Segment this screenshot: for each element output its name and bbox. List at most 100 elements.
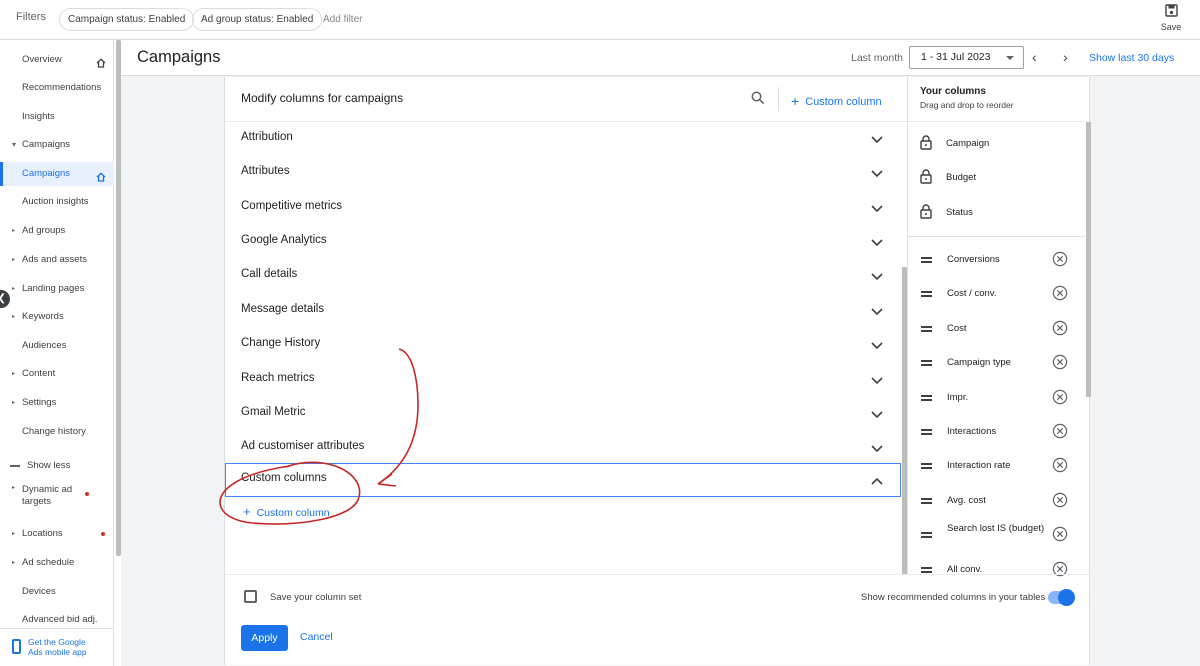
column-label: Conversions bbox=[947, 254, 1000, 265]
save-button[interactable]: Save bbox=[1157, 4, 1185, 32]
category-attribution[interactable]: Attribution bbox=[225, 122, 901, 156]
mobile-app-promo[interactable]: Get the Google Ads mobile app bbox=[0, 628, 114, 666]
chevron-up-icon[interactable] bbox=[871, 472, 883, 490]
column-item-search-lost-is-budget[interactable]: Search lost IS (budget) bbox=[920, 523, 1080, 547]
drag-handle-icon[interactable] bbox=[921, 360, 932, 366]
custom-column-button[interactable]: + Custom column bbox=[791, 92, 882, 109]
category-label: Attribution bbox=[241, 131, 293, 143]
column-label: Budget bbox=[946, 172, 977, 183]
sidebar-item-keywords[interactable]: ▸ Keywords bbox=[0, 305, 114, 329]
category-ad-customiser-attributes[interactable]: Ad customiser attributes bbox=[225, 431, 901, 465]
show-last-30-days-link[interactable]: Show last 30 days bbox=[1089, 52, 1174, 64]
column-item-campaign-type[interactable]: Campaign type bbox=[920, 351, 1080, 375]
save-column-set-checkbox[interactable] bbox=[244, 590, 257, 603]
dialog-footer: Save your column set Show recommended co… bbox=[225, 574, 1091, 665]
column-item-conversions[interactable]: Conversions bbox=[920, 248, 1080, 272]
remove-column-icon[interactable] bbox=[1052, 526, 1068, 545]
chevron-down-icon[interactable] bbox=[871, 200, 883, 218]
chevron-down-icon[interactable] bbox=[871, 303, 883, 321]
remove-column-icon[interactable] bbox=[1052, 251, 1068, 270]
drag-handle-icon[interactable] bbox=[921, 463, 932, 469]
previous-period-icon[interactable]: ‹ bbox=[1032, 49, 1037, 65]
remove-column-icon[interactable] bbox=[1052, 354, 1068, 373]
sidebar-item-label: Dynamic ad targets bbox=[22, 484, 73, 507]
sidebar-item-devices[interactable]: Devices bbox=[0, 580, 114, 604]
sidebar-item-insights[interactable]: Insights bbox=[0, 105, 114, 129]
search-icon[interactable] bbox=[751, 91, 765, 105]
sidebar-item-recommendations[interactable]: Recommendations bbox=[0, 76, 114, 100]
column-item-interactions[interactable]: Interactions bbox=[920, 420, 1080, 444]
column-item-cost-conv[interactable]: Cost / conv. bbox=[920, 282, 1080, 306]
filter-chip-ad-group-status[interactable]: Ad group status: Enabled bbox=[192, 8, 323, 31]
column-item-cost[interactable]: Cost bbox=[920, 317, 1080, 341]
filter-chip-campaign-status[interactable]: Campaign status: Enabled bbox=[59, 8, 195, 31]
remove-column-icon[interactable] bbox=[1052, 492, 1068, 511]
sidebar-item-content[interactable]: ▸ Content bbox=[0, 362, 114, 386]
category-custom-columns[interactable]: Custom columns bbox=[225, 463, 901, 497]
remove-column-icon[interactable] bbox=[1052, 320, 1068, 339]
lock-icon bbox=[920, 169, 932, 192]
chevron-down-icon[interactable] bbox=[871, 131, 883, 149]
column-item-impr[interactable]: Impr. bbox=[920, 386, 1080, 410]
category-gmail-metric[interactable]: Gmail Metric bbox=[225, 397, 901, 431]
remove-column-icon[interactable] bbox=[1052, 389, 1068, 408]
sidebar-item-overview[interactable]: Overview bbox=[0, 48, 114, 72]
chevron-down-icon[interactable] bbox=[871, 268, 883, 286]
dialog-title: Modify columns for campaigns bbox=[241, 91, 404, 105]
add-custom-column-link[interactable]: + Custom column bbox=[243, 504, 330, 519]
category-competitive-metrics[interactable]: Competitive metrics bbox=[225, 191, 901, 225]
sidebar-item-campaigns[interactable]: Campaigns bbox=[0, 162, 114, 186]
drag-handle-icon[interactable] bbox=[921, 567, 932, 573]
add-filter-link[interactable]: Add filter bbox=[323, 14, 362, 25]
sidebar-item-ads-and-assets[interactable]: ▸ Ads and assets bbox=[0, 248, 114, 272]
remove-column-icon[interactable] bbox=[1052, 423, 1068, 442]
notification-dot bbox=[85, 492, 89, 496]
chevron-down-icon[interactable] bbox=[871, 406, 883, 424]
drag-handle-icon[interactable] bbox=[921, 257, 932, 263]
next-period-icon[interactable]: › bbox=[1063, 49, 1068, 65]
sidebar-item-dynamic-ad-targets[interactable]: ▸ Dynamic ad targets bbox=[0, 482, 98, 508]
remove-column-icon[interactable] bbox=[1052, 285, 1068, 304]
chevron-down-icon[interactable] bbox=[871, 337, 883, 355]
chevron-down-icon[interactable] bbox=[871, 440, 883, 458]
category-reach-metrics[interactable]: Reach metrics bbox=[225, 363, 901, 397]
category-call-details[interactable]: Call details bbox=[225, 259, 901, 293]
sidebar-item-settings[interactable]: ▸ Settings bbox=[0, 391, 114, 415]
drag-handle-icon[interactable] bbox=[921, 429, 932, 435]
column-item-avg-cost[interactable]: Avg. cost bbox=[920, 489, 1080, 513]
category-label: Gmail Metric bbox=[241, 406, 306, 418]
category-attributes[interactable]: Attributes bbox=[225, 156, 901, 190]
column-label: Impr. bbox=[947, 392, 969, 403]
sidebar-item-ad-groups[interactable]: ▸ Ad groups bbox=[0, 219, 114, 243]
column-item-interaction-rate[interactable]: Interaction rate bbox=[920, 454, 1080, 478]
sidebar-item-change-history[interactable]: Change history bbox=[0, 420, 114, 444]
category-google-analytics[interactable]: Google Analytics bbox=[225, 225, 901, 259]
sidebar-item-audiences[interactable]: Audiences bbox=[0, 334, 114, 358]
show-recommended-toggle[interactable] bbox=[1048, 589, 1075, 606]
sidebar-item-ad-schedule[interactable]: ▸ Ad schedule bbox=[0, 551, 114, 575]
chevron-down-icon[interactable] bbox=[871, 234, 883, 252]
sidebar-item-auction-insights[interactable]: Auction insights bbox=[0, 190, 114, 214]
drag-handle-icon[interactable] bbox=[921, 395, 932, 401]
sidebar-item-locations[interactable]: ▸ Locations bbox=[0, 522, 114, 546]
apply-button[interactable]: Apply bbox=[241, 625, 288, 651]
sidebar-item-show-less[interactable]: Show less bbox=[0, 454, 114, 478]
chevron-down-icon[interactable] bbox=[871, 165, 883, 183]
your-columns-scrollbar[interactable] bbox=[1086, 122, 1091, 397]
sidebar-item-campaigns[interactable]: ▾ Campaigns bbox=[0, 133, 114, 157]
chevron-down-icon[interactable] bbox=[871, 372, 883, 390]
sidebar-item-landing-pages[interactable]: ▸ Landing pages bbox=[0, 277, 114, 301]
date-range-select[interactable]: 1 - 31 Jul 2023 bbox=[909, 46, 1024, 69]
cancel-button[interactable]: Cancel bbox=[300, 631, 333, 643]
your-columns-subtitle: Drag and drop to reorder bbox=[920, 100, 1014, 110]
category-change-history[interactable]: Change History bbox=[225, 328, 901, 362]
dialog-header: Modify columns for campaigns + Custom col… bbox=[225, 77, 907, 122]
drag-handle-icon[interactable] bbox=[921, 498, 932, 504]
toggle-knob bbox=[1058, 589, 1075, 606]
drag-handle-icon[interactable] bbox=[921, 326, 932, 332]
remove-column-icon[interactable] bbox=[1052, 457, 1068, 476]
category-message-details[interactable]: Message details bbox=[225, 294, 901, 328]
column-label: Interaction rate bbox=[947, 460, 1011, 471]
drag-handle-icon[interactable] bbox=[921, 532, 932, 538]
drag-handle-icon[interactable] bbox=[921, 291, 932, 297]
